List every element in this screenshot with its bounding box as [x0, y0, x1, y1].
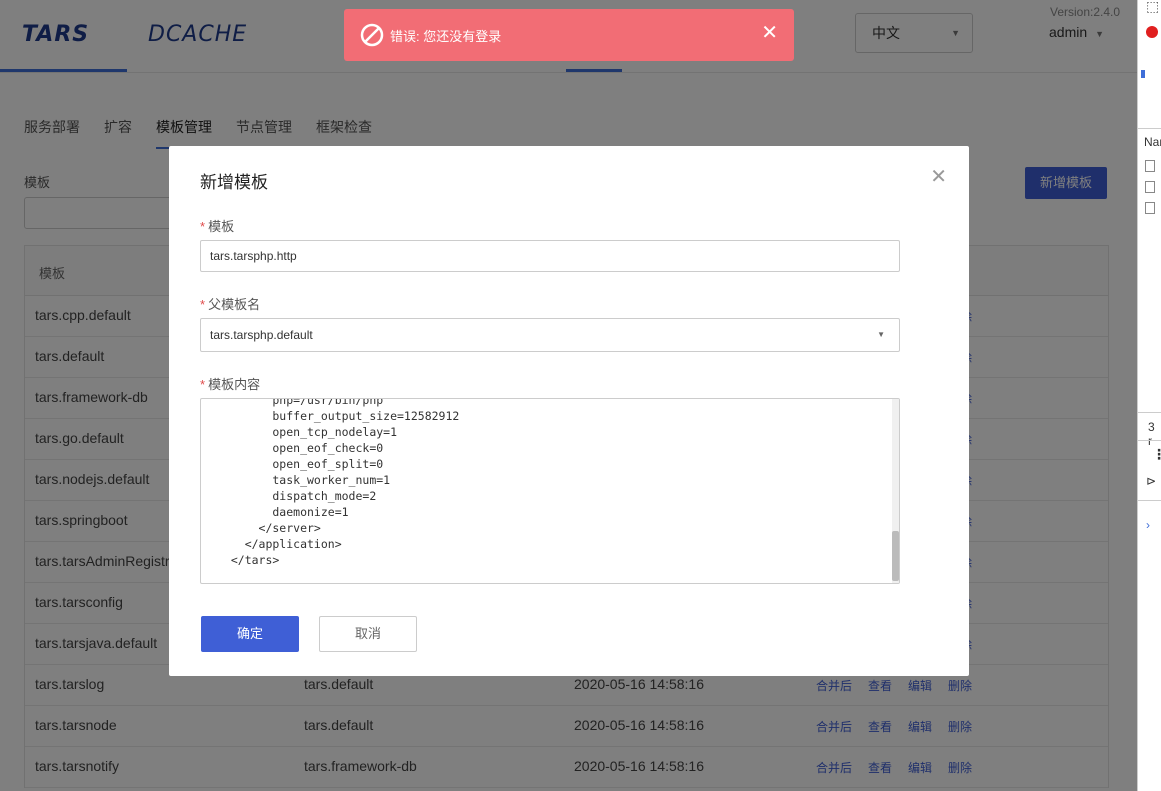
divider [1138, 440, 1161, 441]
dialog-title: 新增模板 [200, 173, 268, 192]
required-mark: * [200, 219, 206, 234]
scrollbar-thumb[interactable] [892, 531, 899, 581]
textarea-scrollbar[interactable] [892, 399, 899, 583]
filmstrip-marker [1141, 70, 1145, 78]
record-icon[interactable] [1146, 26, 1158, 38]
template-name-value: tars.tarsphp.http [210, 249, 297, 263]
template-content-textarea[interactable]: php=/usr/bin/php buffer_output_size=1258… [200, 398, 900, 584]
parent-field-label: * 父模板名 [200, 294, 260, 313]
close-icon[interactable]: ✕ [930, 164, 947, 189]
cancel-button[interactable]: 取消 [319, 616, 417, 652]
content-field-label: * 模板内容 [200, 374, 260, 393]
template-label-text: 模板 [208, 219, 235, 234]
divider [1138, 128, 1161, 129]
request-checkbox[interactable] [1145, 202, 1155, 214]
parent-template-value: tars.tarsphp.default [210, 328, 313, 342]
name-column-header: Nar [1144, 135, 1161, 149]
console-drawer-icon[interactable]: ⊳ [1146, 474, 1156, 488]
request-count: 3 r [1148, 420, 1155, 448]
toast-message: 错误: 您还没有登录 [390, 29, 502, 44]
divider [1138, 412, 1161, 413]
template-field-label: * 模板 [200, 216, 234, 235]
chevron-down-icon: ▼ [877, 330, 885, 339]
parent-template-select[interactable]: tars.tarsphp.default ▼ [200, 318, 900, 352]
parent-label-text: 父模板名 [208, 297, 261, 312]
add-template-dialog: 新增模板 ✕ * 模板 tars.tarsphp.http * 父模板名 tars.… [169, 146, 969, 676]
template-content-text: php=/usr/bin/php buffer_output_size=1258… [230, 398, 460, 567]
inspect-icon[interactable]: ⬚ [1146, 0, 1159, 15]
content-label-text: 模板内容 [208, 377, 261, 392]
required-mark: * [200, 377, 206, 392]
request-checkbox[interactable] [1145, 181, 1155, 193]
more-icon[interactable]: ⋮ [1152, 446, 1161, 463]
error-toast: 错误: 您还没有登录 ✕ [344, 9, 794, 61]
chevron-right-icon[interactable]: › [1146, 518, 1150, 532]
forbidden-icon [360, 23, 384, 47]
divider [1138, 500, 1161, 501]
confirm-button[interactable]: 确定 [201, 616, 299, 652]
required-mark: * [200, 297, 206, 312]
template-name-input[interactable]: tars.tarsphp.http [200, 240, 900, 272]
request-checkbox[interactable] [1145, 160, 1155, 172]
close-icon[interactable]: ✕ [761, 20, 778, 45]
app-window: TARS DCACHE 中文 ▼ Version:2.4.0 admin▼ 服务… [0, 0, 1137, 791]
devtools-panel: ⬚ Nar 3 r ⋮ ⊳ › [1137, 0, 1161, 791]
